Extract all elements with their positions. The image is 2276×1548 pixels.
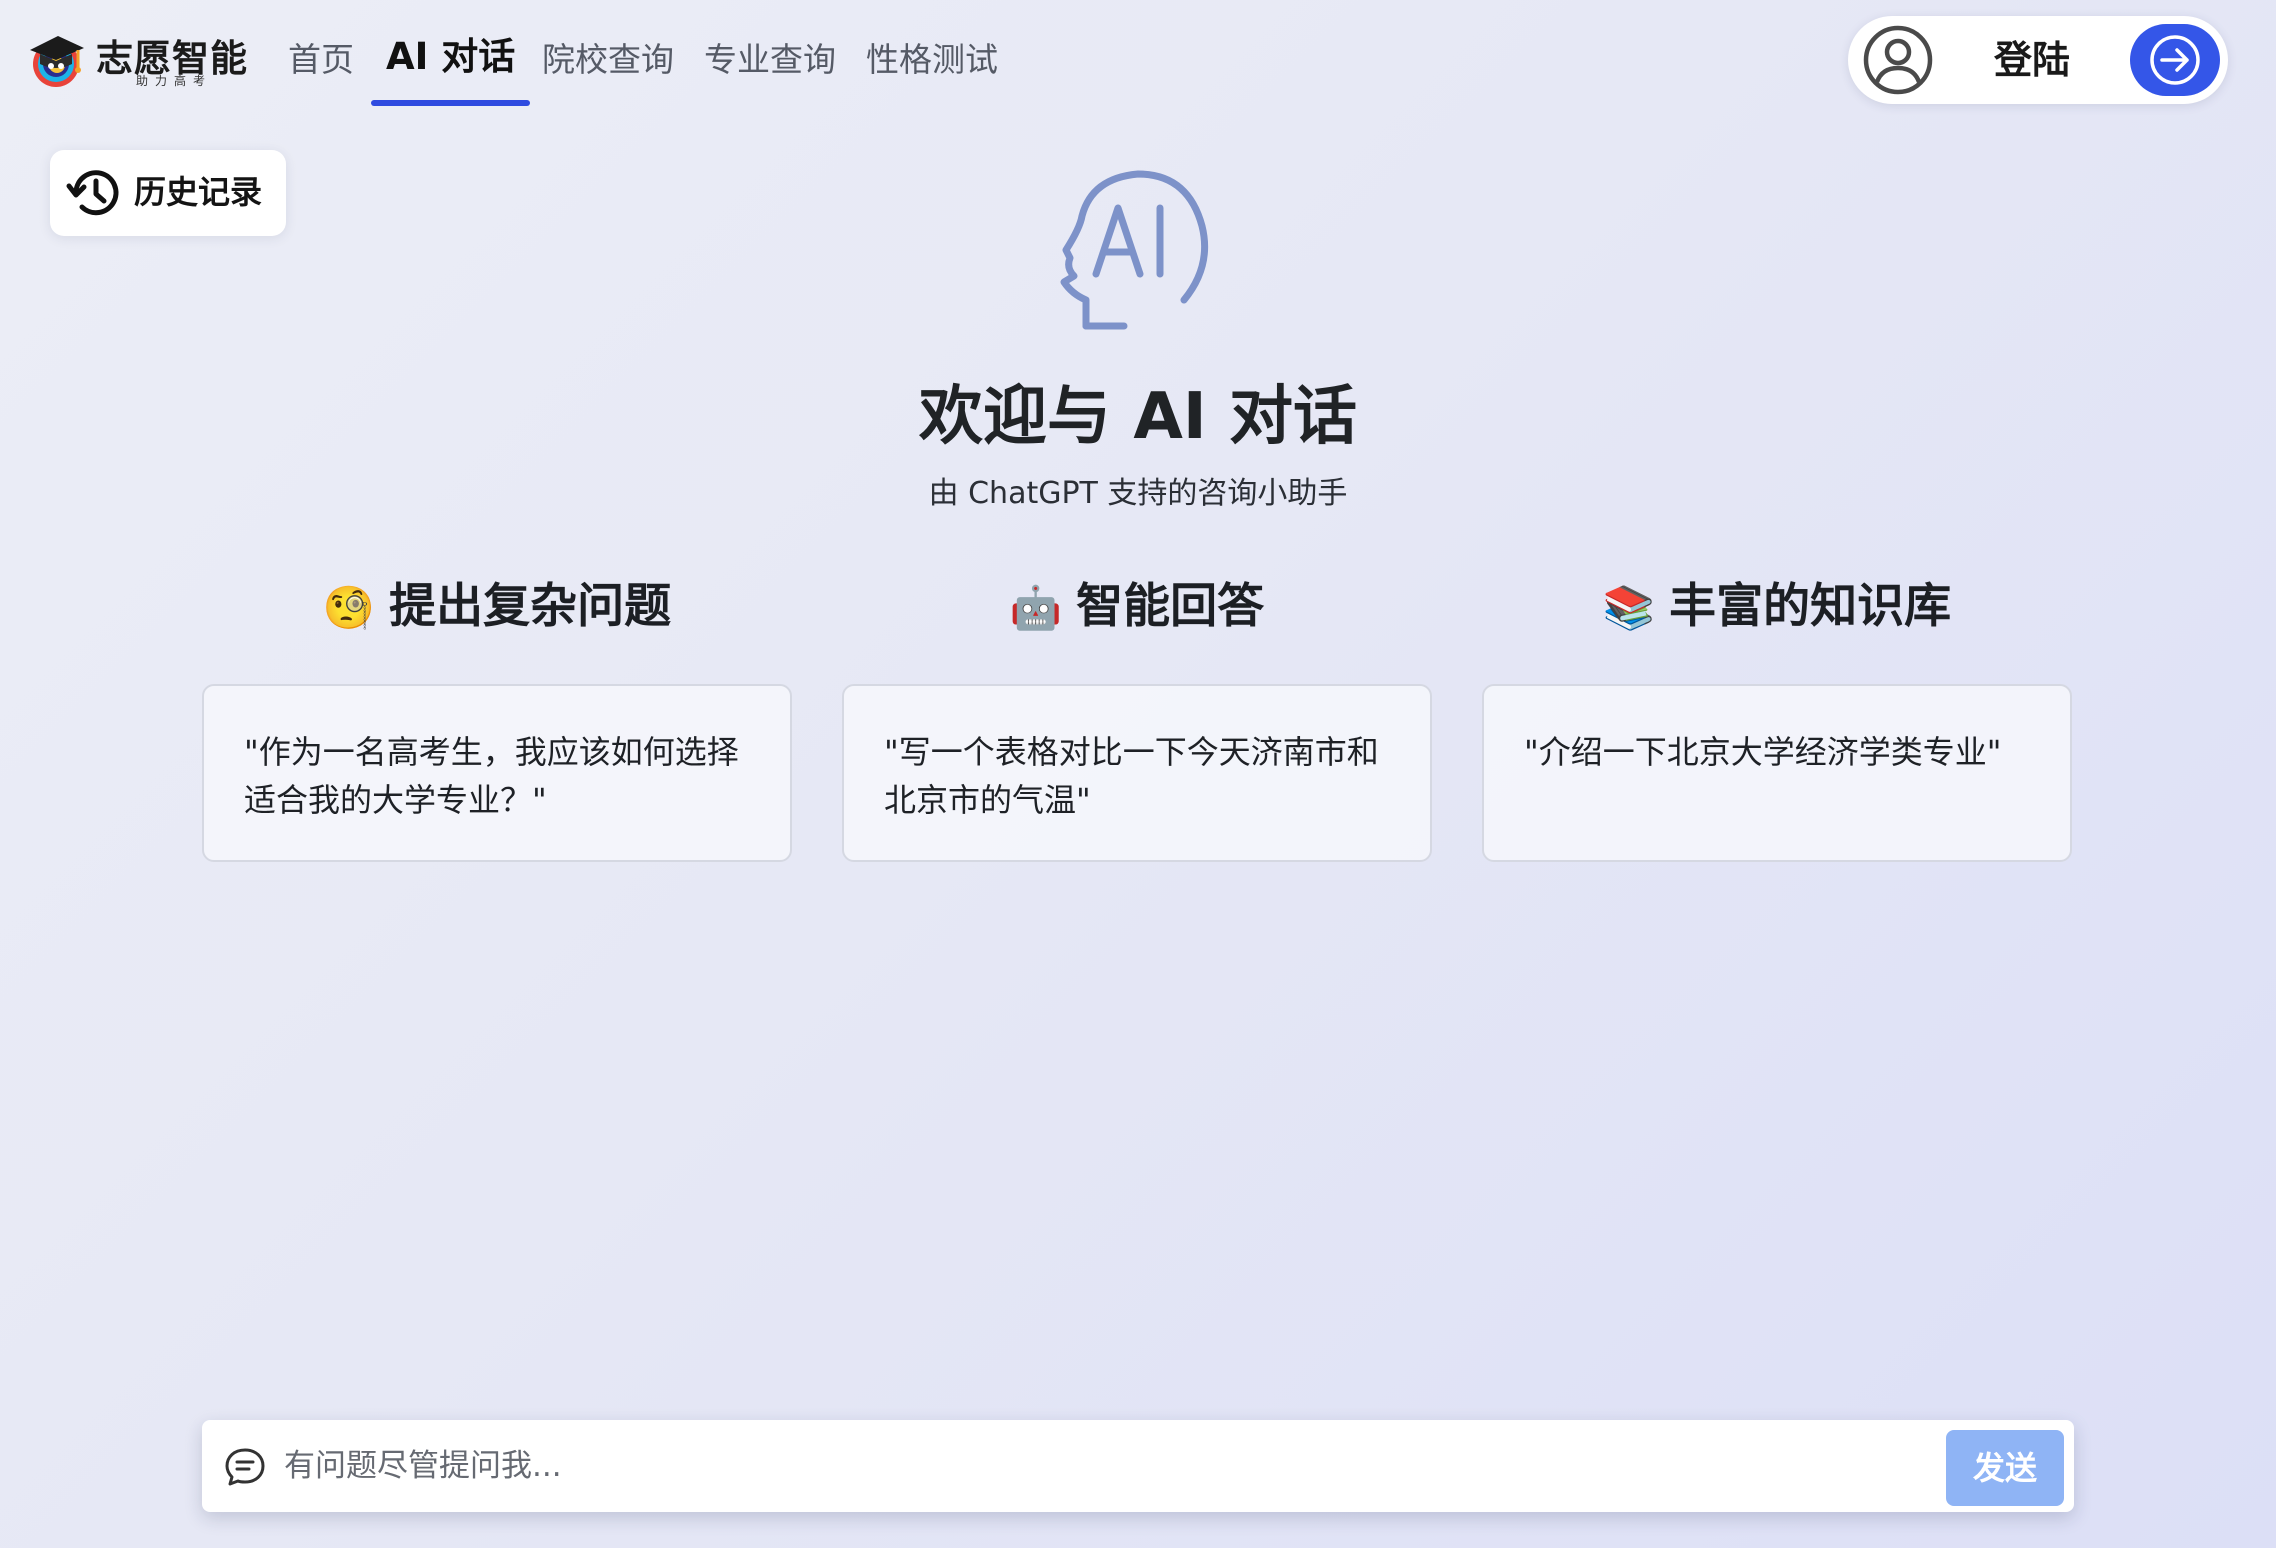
ai-head-icon	[1060, 170, 1209, 330]
feature-heading-complex-questions: 🧐 提出复杂问题	[202, 572, 792, 643]
example-prompt-card[interactable]: "写一个表格对比一下今天济南市和北京市的气温"	[842, 684, 1432, 862]
chat-input[interactable]	[284, 1434, 1844, 1498]
page-subtitle: 由 ChatGPT 支持的咨询小助手	[928, 476, 1348, 511]
feature-heading-smart-answers: 🤖 智能回答	[842, 572, 1432, 643]
nav-ai-chat[interactable]: AI 对话	[371, 30, 531, 106]
active-tab-indicator	[371, 100, 531, 106]
logo-subtitle: 助力高考	[136, 74, 213, 88]
logo[interactable]: 志愿智能 助力高考	[26, 26, 247, 92]
feature-title: 提出复杂问题	[389, 579, 672, 634]
user-avatar-icon	[1863, 25, 1933, 95]
login-label[interactable]: 登陆	[1994, 32, 2070, 88]
feature-title: 丰富的知识库	[1669, 579, 1952, 634]
nav-personality-test[interactable]: 性格测试	[866, 30, 998, 106]
top-header: 志愿智能 助力高考 首页 AI 对话 院校查询 专业查询 性格测试 登陆	[0, 0, 2276, 120]
send-button[interactable]: 发送	[1946, 1430, 2064, 1506]
history-clock-icon	[66, 170, 119, 216]
monocle-face-icon: 🧐	[322, 583, 376, 632]
nav-home[interactable]: 首页	[288, 30, 354, 106]
feature-title: 智能回答	[1076, 579, 1265, 634]
login-button[interactable]	[2130, 24, 2220, 96]
nav-university-search[interactable]: 院校查询	[542, 30, 674, 106]
nav-ai-chat-label: AI 对话	[386, 35, 516, 78]
history-button[interactable]: 历史记录	[50, 150, 286, 236]
robot-icon: 🤖	[1009, 583, 1063, 632]
example-prompt-card[interactable]: "作为一名高考生，我应该如何选择适合我的大学专业？"	[202, 684, 792, 862]
feature-heading-knowledge-base: 📚 丰富的知识库	[1482, 572, 2072, 643]
example-prompt-card[interactable]: "介绍一下北京大学经济学类专业"	[1482, 684, 2072, 862]
books-icon: 📚	[1602, 583, 1656, 632]
nav-major-search[interactable]: 专业查询	[704, 30, 836, 106]
arrow-right-icon	[2150, 35, 2200, 85]
chat-bubble-icon	[225, 1448, 265, 1486]
login-panel[interactable]: 登陆	[1848, 16, 2228, 104]
page-title: 欢迎与 AI 对话	[919, 380, 1357, 454]
chat-input-bar: 发送	[202, 1420, 2074, 1512]
logo-icon	[30, 36, 84, 87]
history-label: 历史记录	[134, 173, 263, 211]
